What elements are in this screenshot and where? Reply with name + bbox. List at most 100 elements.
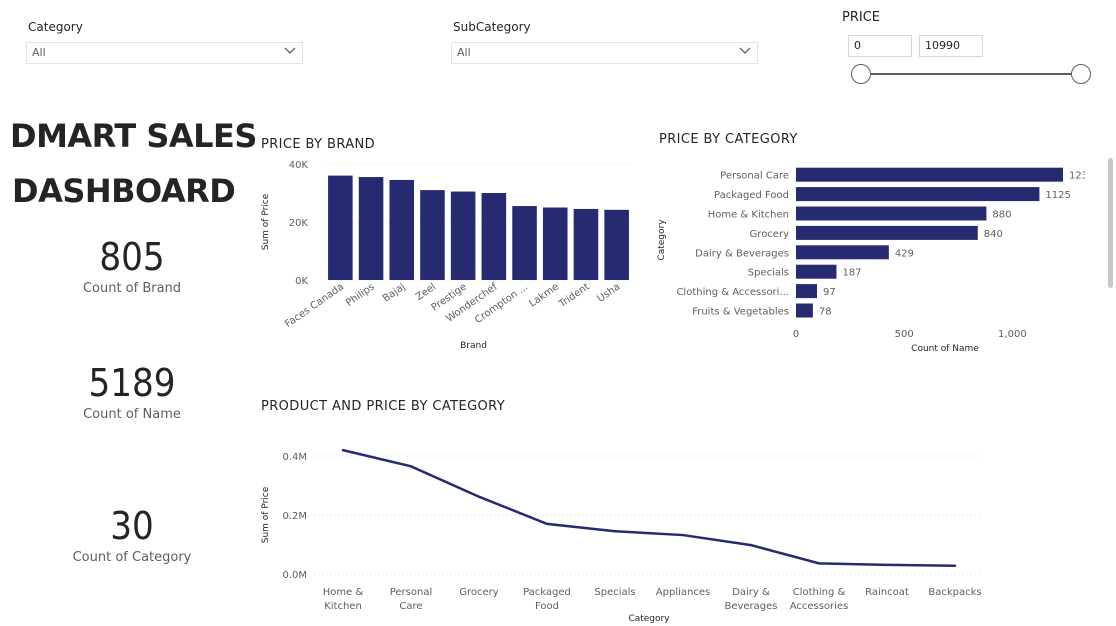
data-label: 97 <box>823 287 836 298</box>
data-point <box>681 533 685 537</box>
brand-chart-title: PRICE BY BRAND <box>261 137 376 152</box>
bar <box>512 206 537 280</box>
x-tick-label: Dairy & Beverages <box>724 587 777 612</box>
card-count-of-category: 30 Count of Category <box>57 504 207 565</box>
data-point <box>613 530 617 533</box>
x-tick-label: Home & Kitchen <box>323 587 364 612</box>
chevron-down-icon <box>739 47 751 54</box>
bar <box>796 303 813 318</box>
bar <box>358 177 384 280</box>
card-count-of-name: 5189 Count of Name <box>57 361 207 422</box>
y-axis-title: Sum of Price <box>261 193 271 250</box>
price-slider-min-handle[interactable] <box>851 64 871 84</box>
data-label: 429 <box>895 248 914 259</box>
x-tick-label: Crompton ... <box>473 281 530 326</box>
data-point <box>885 563 889 567</box>
data-point <box>409 465 413 468</box>
data-label: 1234 <box>1069 171 1085 182</box>
line-chart-title: PRODUCT AND PRICE BY CATEGORY <box>261 399 506 414</box>
card-value: 5189 <box>88 361 176 405</box>
bar <box>328 175 353 280</box>
x-tick-label: Bajaj <box>381 281 408 304</box>
bar <box>450 191 476 280</box>
dashboard-title-line1: DMART SALES <box>10 117 257 155</box>
product-price-line-chart: 0.0M 0.2M 0.4M Home & Kitchen Personal Care Gro… <box>261 448 983 624</box>
y-tick-label: 20K <box>289 218 309 229</box>
price-by-brand-chart: 0K20K40KFaces CanadaPhilips Bajaj ZeelPres… <box>261 160 632 351</box>
y-tick-label: Dairy & Beverages <box>695 248 789 259</box>
y-tick-label: 0K <box>295 276 308 287</box>
card-label: Count of Category <box>72 550 192 565</box>
y-tick-label: Clothing & Accessori... <box>676 287 789 298</box>
x-tick-label: 1,000 <box>998 329 1027 340</box>
price-slider-max-handle[interactable] <box>1071 64 1091 84</box>
y-tick-label: 0.0M <box>282 570 307 581</box>
card-label: Count of Brand <box>82 281 182 296</box>
x-tick-label: Raincoat <box>865 587 909 598</box>
y-tick-label: Home & Kitchen <box>708 210 789 221</box>
y-tick-label: 0.4M <box>282 452 307 463</box>
y-tick-label: Fruits & Vegetables <box>692 307 789 318</box>
data-point <box>749 543 753 547</box>
x-tick-label: Grocery <box>459 587 499 598</box>
x-tick-label: Usha <box>596 281 623 304</box>
bar <box>604 209 629 280</box>
x-axis-title: Brand <box>460 341 487 351</box>
price-min-input[interactable]: 0 <box>848 35 912 57</box>
y-tick-label: 0.2M <box>282 511 307 522</box>
x-tick-label: Faces Canada <box>283 281 346 330</box>
dashboard-title-line2: DASHBOARD <box>12 172 236 210</box>
x-tick-label: 0 <box>793 329 799 340</box>
x-tick-label: Appliances <box>656 587 710 598</box>
subcategory-dropdown-value: All <box>457 46 471 59</box>
x-tick-label: Clothing & Accessories <box>790 587 849 612</box>
category-dropdown[interactable]: All <box>26 42 303 64</box>
data-label: 1125 <box>1045 190 1070 201</box>
bar <box>796 264 837 279</box>
y-tick-label: Specials <box>748 268 789 279</box>
bar <box>796 284 817 299</box>
bar <box>389 179 415 280</box>
card-value: 30 <box>110 504 154 548</box>
bar <box>796 187 1040 202</box>
y-axis-title: Sum of Price <box>261 486 271 543</box>
data-point <box>817 562 821 565</box>
x-tick-label: Lakme <box>527 281 561 309</box>
y-tick-label: Grocery <box>750 229 790 240</box>
category-dropdown-value: All <box>32 46 46 59</box>
y-tick-label: Personal Care <box>720 171 789 182</box>
data-label: 840 <box>984 229 1003 240</box>
x-axis-title: Category <box>628 614 670 624</box>
x-tick-label: Trident <box>556 281 591 310</box>
bar <box>573 208 599 280</box>
price-max-input[interactable]: 10990 <box>919 35 983 57</box>
data-point <box>545 522 549 526</box>
series-line <box>342 448 956 567</box>
data-label: 187 <box>842 268 861 279</box>
bar <box>796 167 1063 182</box>
data-point <box>477 495 481 498</box>
price-by-category-chart: Personal Care 1234 Packaged Food 1125 Home &… <box>657 167 1085 354</box>
data-label: 880 <box>992 210 1011 221</box>
data-point <box>953 564 957 567</box>
x-tick-label: Backpacks <box>928 587 981 598</box>
subcategory-dropdown[interactable]: All <box>451 42 758 64</box>
x-tick-label: Packaged Food <box>523 587 571 612</box>
price-slicer-title: PRICE <box>842 10 880 25</box>
x-tick-label: Zeel <box>414 281 438 303</box>
bar <box>796 225 978 240</box>
scrollbar[interactable] <box>1108 158 1113 288</box>
x-tick-label: 500 <box>895 329 914 340</box>
x-tick-label: Personal Care <box>390 587 433 612</box>
x-tick-label: Philips <box>344 281 377 309</box>
subcategory-slicer-title: SubCategory <box>453 20 531 34</box>
y-tick-label: Packaged Food <box>714 190 789 201</box>
y-tick-label: 40K <box>289 160 309 171</box>
price-slider-track[interactable] <box>860 73 1082 75</box>
x-tick-label: Specials <box>594 587 635 598</box>
y-axis-title: Category <box>657 219 667 261</box>
bar <box>796 206 987 221</box>
category-slicer-title: Category <box>28 20 83 34</box>
bar <box>481 193 507 280</box>
category-chart-title: PRICE BY CATEGORY <box>659 132 798 147</box>
